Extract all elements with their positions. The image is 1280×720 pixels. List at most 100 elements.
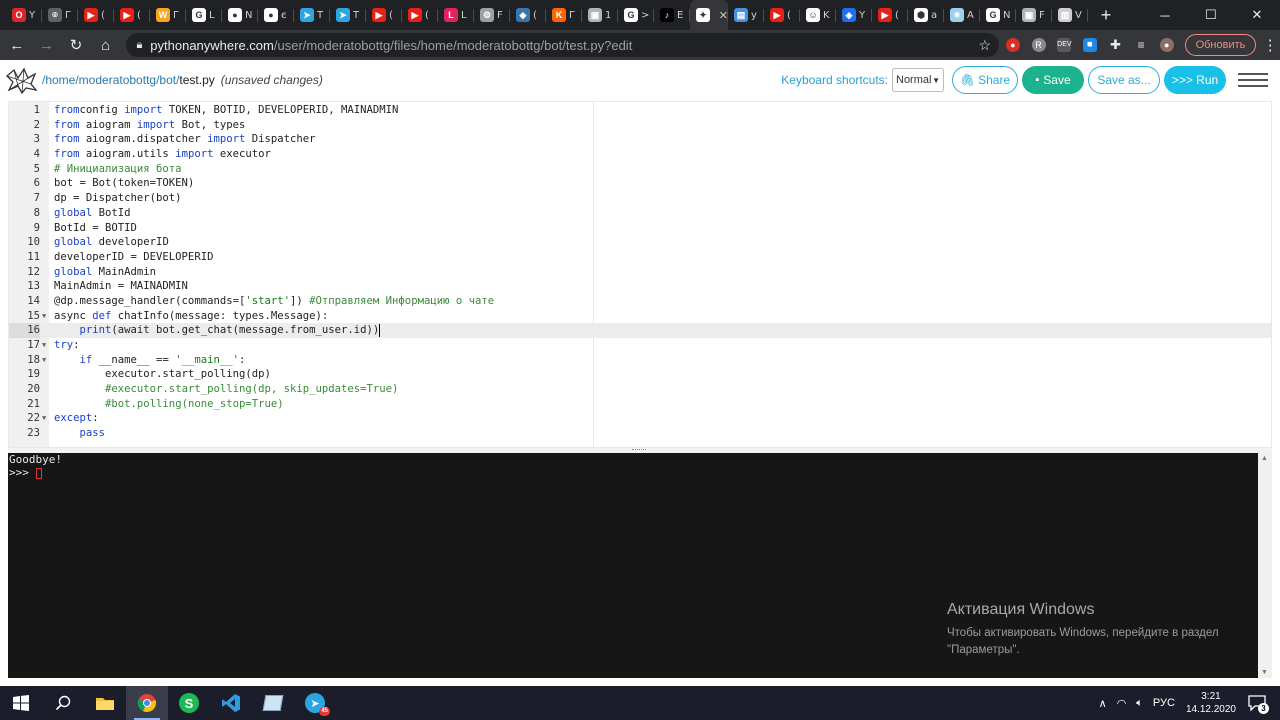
browser-tab[interactable]: ▥ V — [1052, 0, 1088, 30]
extensions-puzzle-icon[interactable]: ✚ — [1104, 33, 1128, 57]
code-line[interactable]: 21 #bot.polling(none_stop=True) — [9, 397, 1271, 412]
file-path-link[interactable]: /home/moderatobottg/bot/ — [42, 73, 179, 87]
browser-tab[interactable]: ▶( — [764, 0, 800, 30]
update-browser-button[interactable]: Обновить — [1184, 34, 1257, 56]
pythonanywhere-logo-icon[interactable] — [4, 66, 38, 94]
code-line[interactable]: 20 #executor.start_polling(dp, skip_upda… — [9, 382, 1271, 397]
new-tab-button[interactable]: + — [1096, 5, 1116, 26]
minimize-icon[interactable]: ─ — [1142, 0, 1188, 30]
code-line[interactable]: 4 from aiogram.utils import executor — [9, 147, 1271, 162]
code-line[interactable]: 5 # Инициализация бота — [9, 162, 1271, 177]
browser-tab[interactable]: ♪ E — [654, 0, 690, 30]
share-button[interactable]: 🖇︎ Share — [952, 66, 1018, 94]
code-line[interactable]: 15 ▼ async def chatInfo(message: types.Mes… — [9, 309, 1271, 324]
code-line[interactable]: 13 MainAdmin = MAINADMIN — [9, 279, 1271, 294]
browser-tab[interactable]: ● N — [222, 0, 258, 30]
telegram-taskbar-button[interactable]: ➤ 45 — [294, 686, 336, 720]
maximize-icon[interactable]: ☐ — [1188, 0, 1234, 30]
console-scrollbar[interactable]: ▲ ▼ — [1258, 453, 1272, 678]
code-line[interactable]: 11 developerID = DEVELOPERID — [9, 250, 1271, 265]
browser-tab[interactable]: OY — [6, 0, 42, 30]
run-button[interactable]: >>> Run — [1164, 66, 1226, 94]
home-icon[interactable]: ⌂ — [93, 32, 119, 58]
scroll-down-icon[interactable]: ▼ — [1261, 669, 1268, 676]
reading-list-icon[interactable]: ≡ — [1129, 33, 1153, 57]
code-editor[interactable]: 1 fromconfig import TOKEN, BOTID, DEVELOP… — [8, 101, 1272, 448]
browser-tab[interactable]: ▣ F — [1016, 0, 1052, 30]
start-button[interactable] — [0, 686, 42, 720]
address-bar[interactable]: 🔒︎ pythonanywhere.com/user/moderatobottg… — [126, 33, 1000, 57]
console-prompt-line[interactable]: >>> — [9, 466, 1257, 479]
code-line[interactable]: 17 ▼ try: — [9, 338, 1271, 353]
browser-menu-icon[interactable]: ⋮ — [1260, 36, 1280, 54]
extension-dev-icon[interactable]: DEV — [1052, 33, 1076, 57]
browser-tab[interactable]: ⌾ Г — [42, 0, 78, 30]
code-line[interactable]: 18 ▼ if __name__ == '__main__': — [9, 353, 1271, 368]
code-line[interactable]: 12 global MainAdmin — [9, 265, 1271, 280]
wifi-icon[interactable]: ◠ — [1117, 697, 1127, 710]
browser-tab[interactable]: ⚙ F — [474, 0, 510, 30]
browser-tab[interactable]: KГ — [546, 0, 582, 30]
app-s-taskbar-button[interactable]: S — [168, 686, 210, 720]
fold-toggle-icon[interactable]: ▼ — [42, 353, 46, 368]
browser-tab[interactable]: ▤ y — [728, 0, 764, 30]
browser-tab[interactable]: ▶( — [402, 0, 438, 30]
browser-tab[interactable]: ➤ T — [294, 0, 330, 30]
adblock-extension-icon[interactable]: ● — [1001, 33, 1025, 57]
browser-tab[interactable]: ☺ K — [800, 0, 836, 30]
save-button[interactable]: ▪ Save — [1022, 66, 1084, 94]
hamburger-menu-icon[interactable] — [1238, 66, 1268, 94]
search-button[interactable] — [42, 686, 84, 720]
close-tab-icon[interactable]: ✕ — [719, 9, 728, 22]
browser-tab[interactable]: ▶( — [78, 0, 114, 30]
code-line[interactable]: 23 pass — [9, 426, 1271, 441]
fold-toggle-icon[interactable]: ▼ — [42, 411, 46, 426]
browser-tab[interactable]: ▣ 1 — [582, 0, 618, 30]
browser-tab[interactable]: G > — [618, 0, 654, 30]
code-line[interactable]: 22 ▼ except: — [9, 411, 1271, 426]
browser-tab[interactable]: ◆( — [510, 0, 546, 30]
code-line[interactable]: 16 print(await bot.get_chat(message.from… — [9, 323, 1271, 339]
scroll-up-icon[interactable]: ▲ — [1261, 455, 1268, 462]
browser-tab[interactable]: ▶( — [872, 0, 908, 30]
extension-r-icon[interactable]: R — [1027, 33, 1051, 57]
bookmark-star-icon[interactable]: ☆ — [979, 37, 992, 54]
browser-tab[interactable]: WГ — [150, 0, 186, 30]
chrome-taskbar-button[interactable] — [126, 686, 168, 720]
code-line[interactable]: 2 from aiogram import Bot, types — [9, 118, 1271, 133]
show-hidden-icons-icon[interactable]: ∧ — [1099, 697, 1107, 710]
browser-tab[interactable]: ▶( — [114, 0, 150, 30]
keyboard-mode-select[interactable]: Normal ▼ — [892, 68, 944, 92]
close-window-icon[interactable]: ✕ — [1234, 0, 1280, 30]
browser-tab[interactable]: ◈ Y — [836, 0, 872, 30]
code-line[interactable]: 7 dp = Dispatcher(bot) — [9, 191, 1271, 206]
code-line[interactable]: 3 from aiogram.dispatcher import Dispatch… — [9, 132, 1271, 147]
vscode-taskbar-button[interactable] — [210, 686, 252, 720]
browser-tab[interactable]: ● є — [258, 0, 294, 30]
save-as-button[interactable]: Save as... — [1088, 66, 1160, 94]
code-line[interactable]: 14 @dp.message_handler(commands=['start']… — [9, 294, 1271, 309]
file-explorer-button[interactable] — [84, 686, 126, 720]
fold-toggle-icon[interactable]: ▼ — [42, 309, 46, 324]
code-line[interactable]: 10 global developerID — [9, 235, 1271, 250]
code-line[interactable]: 9 BotId = BOTID — [9, 221, 1271, 236]
extension-blue-icon[interactable]: ◼ — [1078, 33, 1102, 57]
browser-tab[interactable]: ▶( — [366, 0, 402, 30]
browser-tab[interactable]: ⬢ a — [908, 0, 944, 30]
volume-icon[interactable]: 🔈︎ — [1136, 697, 1143, 710]
forward-arrow-icon[interactable]: → — [34, 32, 60, 58]
fold-toggle-icon[interactable]: ▼ — [42, 338, 46, 353]
code-line[interactable]: 6 bot = Bot(token=TOKEN) — [9, 176, 1271, 191]
browser-tab[interactable]: ✷ A — [944, 0, 980, 30]
code-line[interactable]: 8 global BotId — [9, 206, 1271, 221]
app-box-taskbar-button[interactable] — [252, 686, 294, 720]
code-line[interactable]: 1 fromconfig import TOKEN, BOTID, DEVELOP… — [9, 103, 1271, 118]
browser-tab[interactable]: GN — [980, 0, 1016, 30]
profile-avatar-icon[interactable]: ● — [1155, 33, 1179, 57]
browser-tab[interactable]: LL — [438, 0, 474, 30]
browser-tab[interactable]: GL — [186, 0, 222, 30]
notification-center-icon[interactable]: 3 — [1246, 692, 1269, 714]
code-line[interactable]: 19 executor.start_polling(dp) — [9, 367, 1271, 382]
input-language[interactable]: РУС — [1153, 697, 1175, 709]
back-arrow-icon[interactable]: ← — [4, 32, 30, 58]
